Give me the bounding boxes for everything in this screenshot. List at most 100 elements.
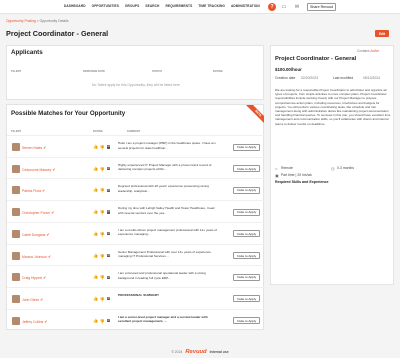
thumbs-down-icon[interactable]: 👍: [100, 231, 105, 237]
invite-to-apply-button[interactable]: Invite to Apply: [233, 317, 260, 325]
applicants-card: Applicants TALENT RESPONSE DATE STATUS R…: [6, 45, 264, 100]
talent-name[interactable]: Cedyronne Massey✔: [22, 167, 56, 172]
talent-name[interactable]: Marcus Johnson✔: [22, 254, 51, 259]
talent-summary: I am a results-driven project management…: [118, 227, 217, 237]
nav-requirements[interactable]: REQUIREMENTS: [165, 4, 192, 8]
thumbs-down-icon[interactable]: 👍: [100, 318, 105, 324]
table-row: Cedyronne Massey✔ 👍 👍 AI Highly experienced …: [7, 156, 265, 179]
invite-to-apply-button[interactable]: Invite to Apply: [233, 295, 260, 303]
thumbs-up-icon[interactable]: 👍: [93, 318, 98, 324]
rating-badge: AI: [106, 318, 111, 323]
rating-badge: AI: [106, 297, 111, 301]
applicants-title: Applicants: [11, 49, 43, 56]
avatar: [12, 294, 20, 303]
nav-opportunities[interactable]: OPPORTUNITIES: [92, 4, 119, 8]
thumbs-down-icon[interactable]: 👍: [100, 209, 105, 215]
talent-name[interactable]: Jeffrey Collins✔: [22, 319, 48, 324]
avatar: [12, 164, 20, 173]
thumbs-up-icon[interactable]: 👍: [93, 231, 98, 237]
monitor-icon[interactable]: ▭: [280, 3, 288, 11]
talent-name-text: Caleb Dougans: [22, 232, 46, 237]
invite-to-apply-button[interactable]: Invite to Apply: [233, 208, 260, 216]
header-rating: RATING: [93, 130, 103, 133]
rating-badge: AI: [106, 232, 111, 236]
rating-badge: AI: [106, 210, 111, 214]
avatar: [12, 143, 20, 151]
invite-to-apply-button[interactable]: Invite to Apply: [233, 186, 260, 194]
talent-name[interactable]: Patrick Flora✔: [22, 188, 46, 193]
verified-check-icon: ✔: [51, 210, 55, 216]
invite-to-apply-button[interactable]: Invite to Apply: [233, 230, 260, 238]
talent-name-text: Steven Hales: [22, 146, 43, 150]
avatar: [12, 229, 20, 238]
talent-name-text: Jeffrey Collins: [22, 319, 44, 324]
table-row: Patrick Flora✔ 👍 👍 AI Degreed professional w…: [7, 178, 265, 200]
nav-search[interactable]: SEARCH: [145, 4, 159, 8]
talent-summary: Degreed professional with 20 years' expe…: [118, 184, 209, 193]
rating-thumbs: 👍 👍 AI: [93, 166, 111, 172]
thumbs-up-icon[interactable]: 👍: [93, 274, 98, 280]
talent-summary: Hello I am a project manager (PMP) in th…: [118, 141, 216, 150]
notification-icon[interactable]: ✉: [293, 3, 301, 11]
breadcrumb-root[interactable]: Opportunity Posting: [6, 19, 36, 23]
thumbs-down-icon[interactable]: 👍: [100, 253, 105, 259]
rating-badge: AI: [106, 188, 111, 192]
last-modified-value: 05/12/2024: [363, 76, 380, 80]
edit-button[interactable]: Edit: [375, 30, 389, 37]
talent-name-text: Patrick Flora: [22, 189, 42, 194]
share-button[interactable]: Share Revuud: [307, 3, 336, 11]
nav-administration[interactable]: ADMINISTRATION: [231, 4, 260, 8]
breadcrumb: Opportunity Posting > Opportunity Detail…: [6, 19, 69, 23]
header-talent: TALENT: [11, 130, 22, 133]
avatar: [12, 273, 20, 282]
thumbs-down-icon[interactable]: 👍: [100, 187, 105, 193]
verified-check-icon: ✔: [42, 275, 47, 281]
talent-summary: Senior Management Professional with over…: [118, 249, 211, 259]
nav-dashboard[interactable]: DASHBOARD: [64, 4, 86, 8]
talent-name[interactable]: Caleb Dougans✔: [22, 232, 50, 237]
applicants-empty-text: No Talent apply for this Opportunity, th…: [92, 83, 180, 87]
thumbs-up-icon[interactable]: 👍: [93, 144, 98, 150]
table-row: Marcus Johnson✔ 👍 👍 AI Senior Management Pro…: [7, 243, 265, 266]
rating-badge: AI: [106, 167, 111, 171]
footer: © 2024 Revuud Internal use: [0, 345, 400, 358]
thumbs-up-icon[interactable]: 👍: [93, 187, 98, 193]
status-label: Contains Active: [357, 49, 379, 53]
talent-name-text: John Gleim: [22, 297, 40, 302]
help-icon[interactable]: ?: [268, 3, 276, 11]
rating-thumbs: 👍 👍 AI: [93, 187, 111, 193]
rating-thumbs: 👍 👍 AI: [93, 296, 111, 302]
breadcrumb-current: Opportunity Details: [39, 19, 69, 23]
thumbs-up-icon[interactable]: 👍: [93, 209, 98, 215]
thumbs-down-icon[interactable]: 👍: [100, 296, 105, 302]
invite-to-apply-button[interactable]: Invite to Apply: [233, 143, 260, 151]
creation-date-value: 02/20/2023: [301, 76, 318, 80]
talent-name[interactable]: John Gleim✔: [22, 297, 44, 302]
matches-title: Possible Matches for Your Opportunity: [11, 110, 126, 117]
thumbs-down-icon[interactable]: 👍: [100, 144, 105, 150]
thumbs-up-icon[interactable]: 👍: [93, 253, 98, 259]
location-value: Remote: [281, 166, 293, 170]
invite-to-apply-button[interactable]: Invite to Apply: [233, 165, 260, 173]
thumbs-down-icon[interactable]: 👍: [100, 274, 105, 280]
rating-thumbs: 👍 👍 AI: [93, 274, 111, 280]
thumbs-up-icon[interactable]: 👍: [93, 166, 98, 172]
verified-check-icon: ✔: [40, 296, 44, 302]
nav-time-tracking[interactable]: TIME TRACKING: [198, 4, 225, 8]
verified-check-icon: ✔: [46, 231, 50, 237]
nav-groups[interactable]: GROUPS: [125, 4, 139, 8]
thumbs-up-icon[interactable]: 👍: [93, 296, 98, 302]
rating-thumbs: 👍 👍 AI: [93, 209, 111, 215]
thumbs-down-icon[interactable]: 👍: [100, 166, 105, 172]
employment-value: Part time | 20 hrs/wk: [281, 173, 312, 177]
talent-name[interactable]: Craig Hippert✔: [22, 275, 47, 280]
talent-name[interactable]: Christopher Ponce✔: [22, 210, 55, 215]
invite-to-apply-button[interactable]: Invite to Apply: [233, 273, 260, 281]
invite-to-apply-button[interactable]: Invite to Apply: [233, 252, 260, 259]
rating-thumbs: 👍 👍 AI: [93, 144, 111, 150]
rating-badge: AI: [106, 253, 111, 258]
status-value: Active: [370, 49, 379, 53]
verified-check-icon: ✔: [44, 318, 48, 324]
talent-name-text: Cedyronne Massey: [22, 167, 52, 172]
talent-name[interactable]: Steven Hales✔: [22, 145, 47, 150]
